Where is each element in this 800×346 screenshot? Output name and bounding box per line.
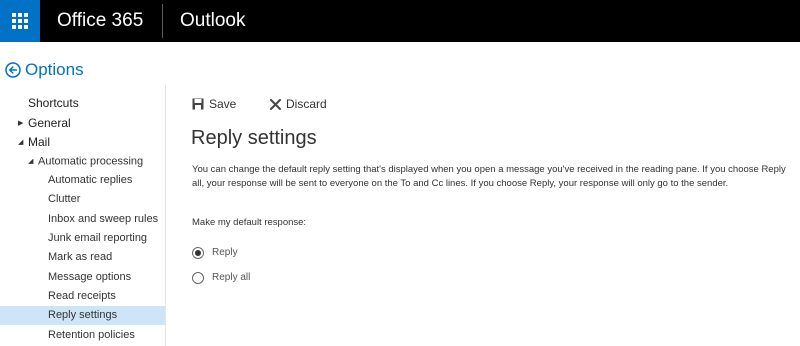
save-icon (192, 98, 204, 110)
sidebar-item-label: Shortcuts (28, 96, 79, 110)
close-icon (270, 98, 281, 110)
app-name[interactable]: Outlook (180, 10, 245, 32)
caret-right-icon[interactable]: ▶ (18, 114, 28, 133)
sidebar-item-label: General (28, 116, 71, 130)
office365-brand[interactable]: Office 365 (57, 10, 143, 32)
reply-all-radio-option[interactable]: Reply all (192, 271, 250, 285)
app-launcher-button[interactable] (0, 0, 40, 42)
options-back-link[interactable]: Options (5, 60, 84, 80)
page-title: Reply settings (191, 127, 317, 149)
top-bar: Office 365 Outlook (0, 0, 800, 42)
sidebar-item-label: Retention policies (48, 329, 135, 341)
caret-down-icon[interactable]: ◢ (28, 152, 38, 171)
reply-radio-label: Reply (212, 247, 238, 258)
sidebar-item-label: Clutter (48, 193, 81, 205)
sidebar-item-mail[interactable]: ◢ Mail (0, 133, 165, 152)
save-button[interactable]: Save (192, 96, 236, 112)
reply-radio-option[interactable]: Reply (192, 246, 238, 260)
sidebar-item-label: Junk email reporting (48, 232, 148, 244)
save-label: Save (209, 97, 237, 111)
reply-radio[interactable] (192, 247, 204, 259)
discard-label: Discard (286, 97, 327, 111)
sidebar-item-label: Mark as read (48, 251, 113, 263)
reply-all-radio-label: Reply all (212, 272, 251, 283)
topbar-divider (162, 4, 163, 38)
options-title: Options (25, 60, 84, 79)
sidebar-item-read-receipts[interactable]: Read receipts (0, 287, 165, 306)
sidebar-item-message-options[interactable]: Message options (0, 268, 165, 287)
caret-down-icon[interactable]: ◢ (18, 133, 28, 152)
sidebar-item-label: Automatic replies (48, 174, 133, 186)
reply-settings-description: You can change the default reply setting… (192, 164, 786, 189)
sidebar-item-label: Read receipts (48, 290, 116, 302)
sidebar-item-label: Message options (48, 271, 132, 283)
sidebar-item-automatic-replies[interactable]: Automatic replies (0, 171, 165, 190)
sidebar-item-automatic-processing[interactable]: ◢ Automatic processing (0, 152, 165, 171)
back-arrow-icon (5, 62, 21, 78)
sidebar-item-inbox-sweep-rules[interactable]: Inbox and sweep rules (0, 210, 165, 229)
sidebar-item-label: Mail (28, 135, 51, 149)
default-response-label: Make my default response: (192, 217, 307, 228)
sidebar-item-junk-email-reporting[interactable]: Junk email reporting (0, 229, 165, 248)
sidebar-item-reply-settings[interactable]: Reply settings (0, 306, 165, 325)
app-launcher-icon (12, 13, 28, 29)
sidebar-item-shortcuts[interactable]: Shortcuts (0, 94, 165, 113)
options-sidebar: Shortcuts ▶ General ◢ Mail ◢ Automatic proc… (0, 85, 166, 346)
sidebar-item-general[interactable]: ▶ General (0, 114, 165, 133)
discard-button[interactable]: Discard (270, 96, 327, 112)
sidebar-item-label: Inbox and sweep rules (48, 213, 159, 225)
sidebar-item-mark-as-read[interactable]: Mark as read (0, 248, 165, 267)
sidebar-item-label: Reply settings (48, 309, 118, 321)
reply-all-radio[interactable] (192, 272, 204, 284)
sidebar-item-clutter[interactable]: Clutter (0, 190, 165, 209)
sidebar-item-label: Automatic processing (38, 155, 144, 168)
sidebar-item-retention-policies[interactable]: Retention policies (0, 326, 165, 345)
